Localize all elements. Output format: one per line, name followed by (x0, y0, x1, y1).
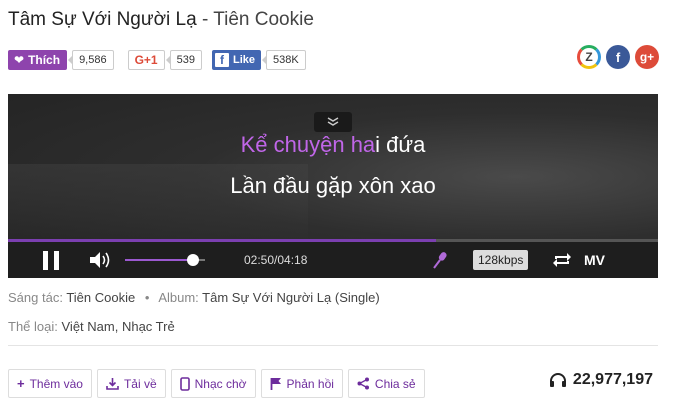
lyric-unsung-part: i đứa (375, 132, 426, 157)
volume-slider-fill (125, 259, 193, 261)
genre-label: Thể loại: (8, 319, 58, 334)
listen-count: 22,977,197 (549, 371, 653, 389)
album-label: Album: (158, 290, 199, 305)
song-genre: Thể loại: Việt Nam, Nhạc Trẻ (8, 319, 175, 334)
share-icon-group: Z f g+ (577, 45, 659, 69)
google-plus-share-icon[interactable]: g+ (635, 45, 659, 69)
fb-like-label: Like (232, 54, 255, 66)
like-label: Thích (28, 53, 61, 67)
lyric-sung-part: Kể chuyện ha (240, 132, 376, 157)
karaoke-mic-icon[interactable] (432, 251, 448, 269)
listen-count-value: 22,977,197 (572, 371, 653, 388)
facebook-icon: f (214, 53, 229, 67)
music-player[interactable]: Kể chuyện hai đứa Lần đầu gặp xôn xao 02… (8, 94, 658, 278)
chevron-down-icon (327, 117, 339, 126)
song-heading: Tâm Sự Với Người Lạ - Tiên Cookie (8, 9, 314, 31)
ringtone-label: Nhạc chờ (194, 376, 247, 391)
download-label: Tải về (123, 376, 157, 391)
time-display: 02:50/04:18 (244, 253, 308, 267)
like-count: 9,586 (68, 50, 114, 70)
repeat-icon[interactable] (552, 250, 572, 270)
share-icon (357, 377, 369, 390)
flag-icon (270, 378, 281, 390)
gplus-count: 539 (165, 50, 202, 70)
artist-link[interactable]: Tiên Cookie (213, 9, 314, 30)
volume-icon[interactable] (89, 251, 113, 269)
download-icon (106, 378, 119, 390)
add-to-playlist-button[interactable]: + Thêm vào (8, 369, 92, 398)
like-button[interactable]: ❤ Thích (8, 50, 68, 70)
zing-me-icon[interactable]: Z (577, 45, 601, 69)
genre-links[interactable]: Việt Nam, Nhạc Trẻ (62, 319, 175, 334)
bitrate-selector[interactable]: 128kbps (473, 250, 529, 270)
facebook-like-button[interactable]: f Like (211, 50, 261, 70)
share-button[interactable]: Chia sẻ (347, 369, 425, 398)
collapse-lyrics-button[interactable] (314, 112, 352, 132)
ringtone-button[interactable]: Nhạc chờ (170, 369, 256, 398)
composer-label: Sáng tác: (8, 290, 63, 305)
facebook-share-icon[interactable]: f (606, 45, 630, 69)
plus-icon: + (17, 376, 25, 391)
heart-icon: ❤ (14, 53, 25, 67)
social-bar: ❤ Thích 9,586 G+1 539 f Like 538K (8, 49, 306, 71)
headphones-icon (549, 373, 566, 387)
volume-slider-handle[interactable] (187, 254, 199, 266)
composer-link[interactable]: Tiên Cookie (66, 290, 135, 305)
fb-like-count: 538K (262, 50, 306, 70)
share-label: Chia sẻ (374, 376, 416, 391)
song-credits: Sáng tác: Tiên Cookie • Album: Tâm Sự Vớ… (8, 290, 380, 305)
album-link[interactable]: Tâm Sự Với Người Lạ (Single) (202, 290, 380, 305)
divider (8, 345, 658, 346)
add-label: Thêm vào (29, 376, 83, 391)
feedback-button[interactable]: Phản hồi (260, 369, 343, 398)
pause-icon (43, 251, 48, 270)
pause-button[interactable] (43, 251, 61, 271)
artist-separator: - (196, 9, 214, 30)
feedback-label: Phản hồi (286, 376, 334, 391)
separator-dot: • (144, 290, 150, 305)
download-button[interactable]: Tải về (96, 369, 166, 398)
action-bar: + Thêm vào Tải về Nhạc chờ Phản hồi Chia… (8, 369, 425, 398)
lyric-line-next: Lần đầu gặp xôn xao (230, 173, 436, 198)
song-title: Tâm Sự Với Người Lạ (8, 9, 197, 30)
player-controls: 02:50/04:18 128kbps MV (8, 242, 658, 278)
mv-button[interactable]: MV (584, 252, 605, 268)
google-plus-one-button[interactable]: G+1 (127, 50, 165, 70)
lyric-line-current: Kể chuyện hai đứa (8, 132, 658, 158)
phone-icon (179, 376, 190, 391)
